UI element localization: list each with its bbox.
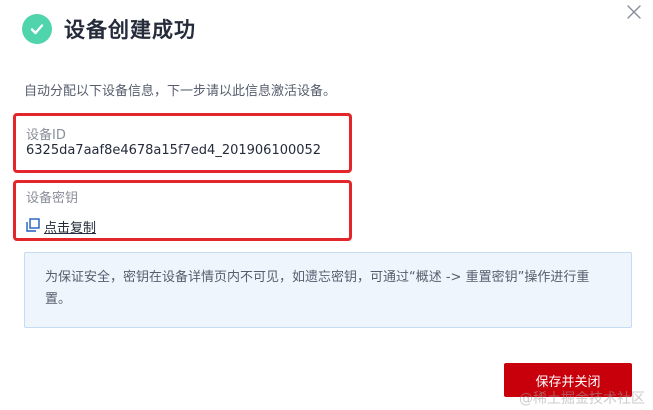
device-created-dialog: 设备创建成功 自动分配以下设备信息，下一步请以此信息激活设备。 设备ID 632… — [0, 0, 653, 410]
check-circle-icon — [22, 14, 52, 44]
intro-text: 自动分配以下设备信息，下一步请以此信息激活设备。 — [24, 84, 337, 99]
close-button[interactable] — [623, 2, 645, 24]
copy-icon — [26, 217, 40, 236]
device-id-section: 设备ID 6325da7aaf8e4678a15f7ed4_2019061000… — [13, 113, 352, 173]
save-and-close-button[interactable]: 保存并关闭 — [504, 363, 632, 397]
copy-secret-link[interactable]: 点击复制 — [26, 217, 96, 236]
dialog-title: 设备创建成功 — [64, 18, 196, 42]
close-icon — [627, 4, 641, 23]
dialog-header: 设备创建成功 — [22, 14, 196, 44]
security-notice-text: 为保证安全，密钥在设备详情页内不可见，如遗忘密钥，可通过“概述 -> 重置密钥”… — [45, 270, 590, 307]
copy-secret-label: 点击复制 — [44, 221, 97, 236]
security-notice: 为保证安全，密钥在设备详情页内不可见，如遗忘密钥，可通过“概述 -> 重置密钥”… — [24, 252, 632, 328]
device-id-value: 6325da7aaf8e4678a15f7ed4_201906100052 — [26, 143, 322, 158]
device-secret-section: 设备密钥 点击复制 — [13, 180, 352, 241]
device-id-label: 设备ID — [26, 128, 66, 143]
device-secret-label: 设备密钥 — [26, 191, 79, 206]
